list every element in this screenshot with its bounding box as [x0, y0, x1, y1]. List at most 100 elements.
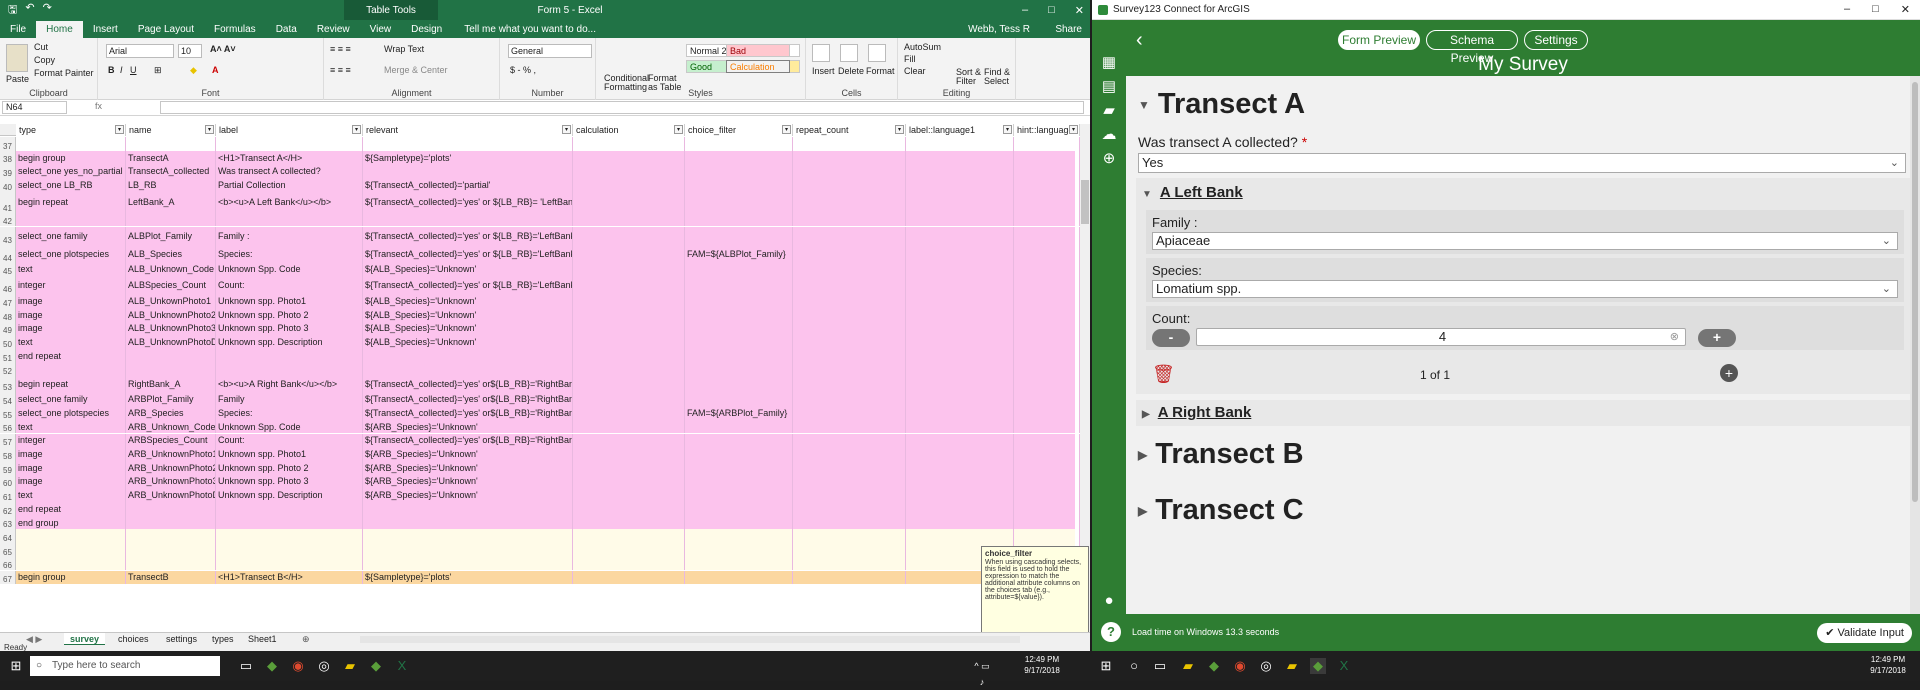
paste-button[interactable]: Paste [6, 74, 29, 84]
cell[interactable] [685, 502, 793, 516]
cell[interactable]: FAM=${ARBPlot_Family} [685, 406, 793, 420]
cell[interactable] [685, 191, 793, 213]
back-arrow-icon[interactable]: ‹ [1136, 30, 1143, 50]
row-number[interactable]: 41 [0, 191, 16, 213]
cell[interactable]: Was transect A collected? [216, 164, 363, 179]
survey-app-icon[interactable]: ◆ [264, 658, 280, 674]
cell[interactable]: Species: [216, 244, 363, 263]
cell[interactable] [685, 294, 793, 308]
row-number[interactable]: 38 [0, 150, 16, 165]
cell[interactable] [793, 244, 906, 263]
cell[interactable] [1014, 392, 1080, 407]
cell[interactable] [573, 150, 685, 165]
folder-app-icon[interactable]: ▰ [1284, 658, 1300, 674]
cell[interactable]: begin repeat [16, 191, 126, 213]
cell[interactable]: text [16, 488, 126, 502]
cell[interactable] [363, 515, 573, 530]
wrap-text-button[interactable]: Wrap Text [384, 44, 424, 54]
cell[interactable] [685, 460, 793, 475]
cell[interactable] [1014, 376, 1080, 393]
cell[interactable]: ALB_UnknownPhoto3 [126, 321, 216, 336]
tab-insert[interactable]: Insert [83, 21, 128, 38]
tray-icons[interactable]: ^ ▭ ♪ [974, 658, 990, 687]
column-header-6[interactable]: repeat_count ▾ [793, 124, 906, 136]
cell[interactable] [216, 529, 363, 544]
cell[interactable] [573, 262, 685, 277]
minimize-icon[interactable]: – [1022, 4, 1028, 17]
cell[interactable] [16, 543, 126, 557]
row-number[interactable]: 52 [0, 362, 16, 377]
cell[interactable]: ${ALB_Species}='Unknown' [363, 307, 573, 322]
cell[interactable] [685, 212, 793, 227]
cell[interactable] [363, 543, 573, 557]
cell[interactable]: RightBank_A [126, 376, 216, 393]
cell[interactable] [685, 392, 793, 407]
tab-page-layout[interactable]: Page Layout [128, 21, 204, 38]
cell[interactable]: ${ARB_Species}='Unknown' [363, 474, 573, 489]
cell[interactable]: ARB_UnknownPhoto2 [126, 460, 216, 475]
cell[interactable]: ALBSpecies_Count [126, 276, 216, 295]
cell[interactable] [906, 137, 1014, 151]
cell[interactable]: FAM=${ALBPlot_Family} [685, 244, 793, 263]
row-number[interactable]: 37 [0, 137, 16, 151]
cell[interactable] [1014, 212, 1080, 227]
column-header-8[interactable]: hint::language ▾ [1014, 124, 1080, 136]
fill-button[interactable]: Fill [904, 54, 916, 64]
cell[interactable]: Partial Collection [216, 178, 363, 192]
cell[interactable] [793, 543, 906, 557]
cell[interactable] [906, 307, 1014, 322]
cell[interactable]: end repeat [16, 502, 126, 516]
cell[interactable]: ARBPlot_Family [126, 392, 216, 407]
cell[interactable]: ALB_UnknownPhoto2 [126, 307, 216, 322]
cell[interactable] [1014, 502, 1080, 516]
cell[interactable] [685, 556, 793, 571]
validate-input-button[interactable]: ✔ Validate Input [1817, 623, 1912, 643]
cell[interactable]: select_one plotspecies [16, 406, 126, 420]
cell[interactable] [793, 164, 906, 179]
row-number[interactable]: 57 [0, 433, 16, 448]
cell[interactable] [793, 460, 906, 475]
cell[interactable]: text [16, 419, 126, 434]
scroll-thumb[interactable] [1081, 180, 1089, 224]
cell[interactable]: ${ALB_Species}='Unknown' [363, 335, 573, 349]
formula-input[interactable] [160, 101, 1084, 114]
cell[interactable]: select_one yes_no_partial [16, 164, 126, 179]
cell[interactable] [793, 433, 906, 448]
globe-icon[interactable]: ⊕ [1100, 150, 1118, 168]
cell[interactable] [1014, 474, 1080, 489]
cell[interactable] [685, 376, 793, 393]
cell[interactable]: ARBSpecies_Count [126, 433, 216, 448]
cell[interactable] [906, 262, 1014, 277]
row-number[interactable]: 61 [0, 488, 16, 502]
cell[interactable] [1014, 226, 1080, 245]
cell[interactable] [906, 392, 1014, 407]
row-number[interactable]: 67 [0, 570, 16, 585]
filter-dropdown-icon[interactable]: ▾ [115, 125, 124, 134]
cell[interactable] [573, 419, 685, 434]
copy-button[interactable]: Copy [34, 55, 55, 65]
cell[interactable] [1014, 515, 1080, 530]
tab-home[interactable]: Home [36, 21, 83, 38]
cell[interactable] [906, 460, 1014, 475]
cell[interactable] [16, 212, 126, 227]
cell[interactable] [906, 178, 1014, 192]
app-icon[interactable]: ◎ [316, 658, 332, 674]
cell[interactable] [906, 419, 1014, 434]
cell[interactable] [906, 276, 1014, 295]
row-number[interactable]: 56 [0, 419, 16, 434]
cell[interactable]: text [16, 262, 126, 277]
cell[interactable] [906, 433, 1014, 448]
windows-start-icon[interactable]: ⊞ [1098, 658, 1114, 674]
cell[interactable]: ALB_Species [126, 244, 216, 263]
cell[interactable]: <b><u>A Left Bank</u></b> [216, 191, 363, 213]
cell[interactable] [1014, 447, 1080, 461]
cell[interactable] [573, 226, 685, 245]
tab-data[interactable]: Data [266, 21, 307, 38]
cell[interactable] [906, 150, 1014, 165]
cell[interactable]: ${TransectA_collected}='yes' or ${LB_RB}… [363, 226, 573, 245]
cell[interactable] [126, 515, 216, 530]
cell[interactable]: ${ALB_Species}='Unknown' [363, 262, 573, 277]
cell[interactable] [906, 362, 1014, 377]
tab-formulas[interactable]: Formulas [204, 21, 266, 38]
sort-filter-button[interactable]: Sort & Filter [956, 68, 982, 86]
